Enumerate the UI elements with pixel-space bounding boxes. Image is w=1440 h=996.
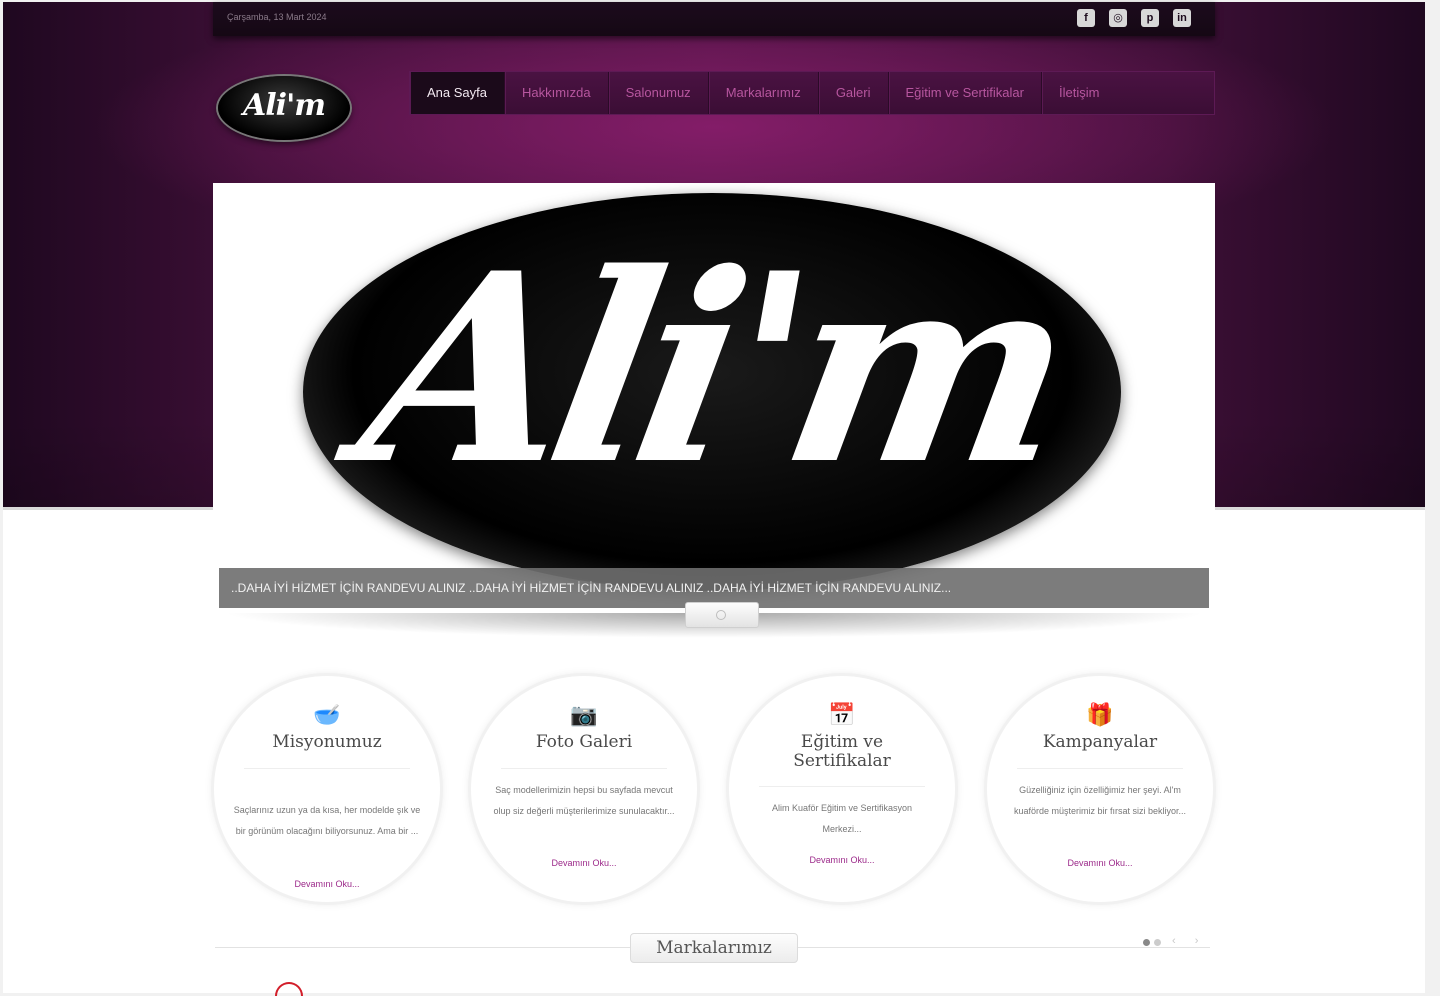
brands-arrows[interactable]: ‹ ›: [1172, 935, 1206, 947]
facebook-icon[interactable]: f: [1077, 9, 1095, 27]
camera-icon: 📷: [570, 702, 598, 727]
mortar-icon: 🥣: [313, 702, 341, 727]
nav-item-home[interactable]: Ana Sayfa: [410, 72, 505, 114]
pinterest-icon[interactable]: p: [1141, 9, 1159, 27]
read-more-link[interactable]: Devamını Oku...: [729, 855, 955, 865]
feature-desc: Alim Kuaför Eğitim ve Sertifikasyon Merk…: [771, 803, 913, 834]
instagram-icon[interactable]: ◎: [1109, 9, 1127, 27]
slider-logo-text: Ali'm: [343, 217, 1081, 522]
feature-education[interactable]: 📅 Eğitim ve Sertifikalar Alim Kuaför Eği…: [729, 676, 955, 902]
site-logo[interactable]: Ali'm: [218, 76, 350, 140]
feature-mission[interactable]: 🥣 Misyonumuz Saçlarınız uzun ya da kısa,…: [214, 676, 440, 902]
feature-desc: Güzelliğiniz için özelliğimiz her şeyi. …: [1013, 785, 1187, 816]
feature-title: Eğitim ve Sertifikalar: [793, 732, 891, 771]
feature-title: Misyonumuz: [272, 732, 382, 752]
nav-item-salon[interactable]: Salonumuz: [609, 72, 709, 114]
feature-title: Kampanyalar: [1042, 732, 1158, 752]
nav-item-education[interactable]: Eğitim ve Sertifikalar: [889, 72, 1042, 114]
current-date: Çarşamba, 13 Mart 2024: [227, 12, 327, 22]
top-bar: Çarşamba, 13 Mart 2024 f ◎ p in: [213, 2, 1215, 36]
linkedin-icon[interactable]: in: [1173, 9, 1191, 27]
feature-photo-gallery[interactable]: 📷 Foto Galeri Saç modellerimizin hepsi b…: [471, 676, 697, 902]
brands-heading: Markalarımız: [630, 933, 798, 963]
logo-text: Ali'm: [243, 88, 326, 123]
divider: [1017, 768, 1183, 769]
divider: [501, 768, 667, 769]
gift-icon: 🎁: [1086, 702, 1114, 727]
feature-title: Foto Galeri: [535, 732, 633, 752]
read-more-link[interactable]: Devamını Oku...: [214, 879, 440, 889]
nav-item-contact[interactable]: İletişim: [1042, 72, 1116, 114]
nav-item-brands[interactable]: Markalarımız: [709, 72, 819, 114]
nav-item-gallery[interactable]: Galeri: [819, 72, 889, 114]
slider-dot[interactable]: [716, 610, 726, 620]
nav-item-about[interactable]: Hakkımızda: [505, 72, 609, 114]
slider-caption: ..DAHA İYİ HİZMET İÇİN RANDEVU ALINIZ ..…: [231, 581, 952, 595]
brands-dot[interactable]: [1143, 939, 1150, 946]
feature-campaigns[interactable]: 🎁 Kampanyalar Güzelliğiniz için özelliği…: [987, 676, 1213, 902]
main-nav: Ana Sayfa Hakkımızda Salonumuz Markaları…: [409, 71, 1215, 115]
brands-dot[interactable]: [1154, 939, 1161, 946]
brands-pager[interactable]: [1143, 939, 1161, 946]
feature-desc: Saç modellerimizin hepsi bu sayfada mevc…: [493, 785, 675, 816]
divider: [759, 786, 925, 787]
feature-desc: Saçlarınız uzun ya da kısa, her modelde …: [233, 805, 421, 836]
slider-pager[interactable]: [685, 602, 759, 628]
divider: [244, 768, 410, 769]
read-more-link[interactable]: Devamını Oku...: [987, 858, 1213, 868]
read-more-link[interactable]: Devamını Oku...: [471, 858, 697, 868]
calendar-icon: 📅: [828, 702, 856, 727]
social-links: f ◎ p in: [1077, 9, 1191, 27]
